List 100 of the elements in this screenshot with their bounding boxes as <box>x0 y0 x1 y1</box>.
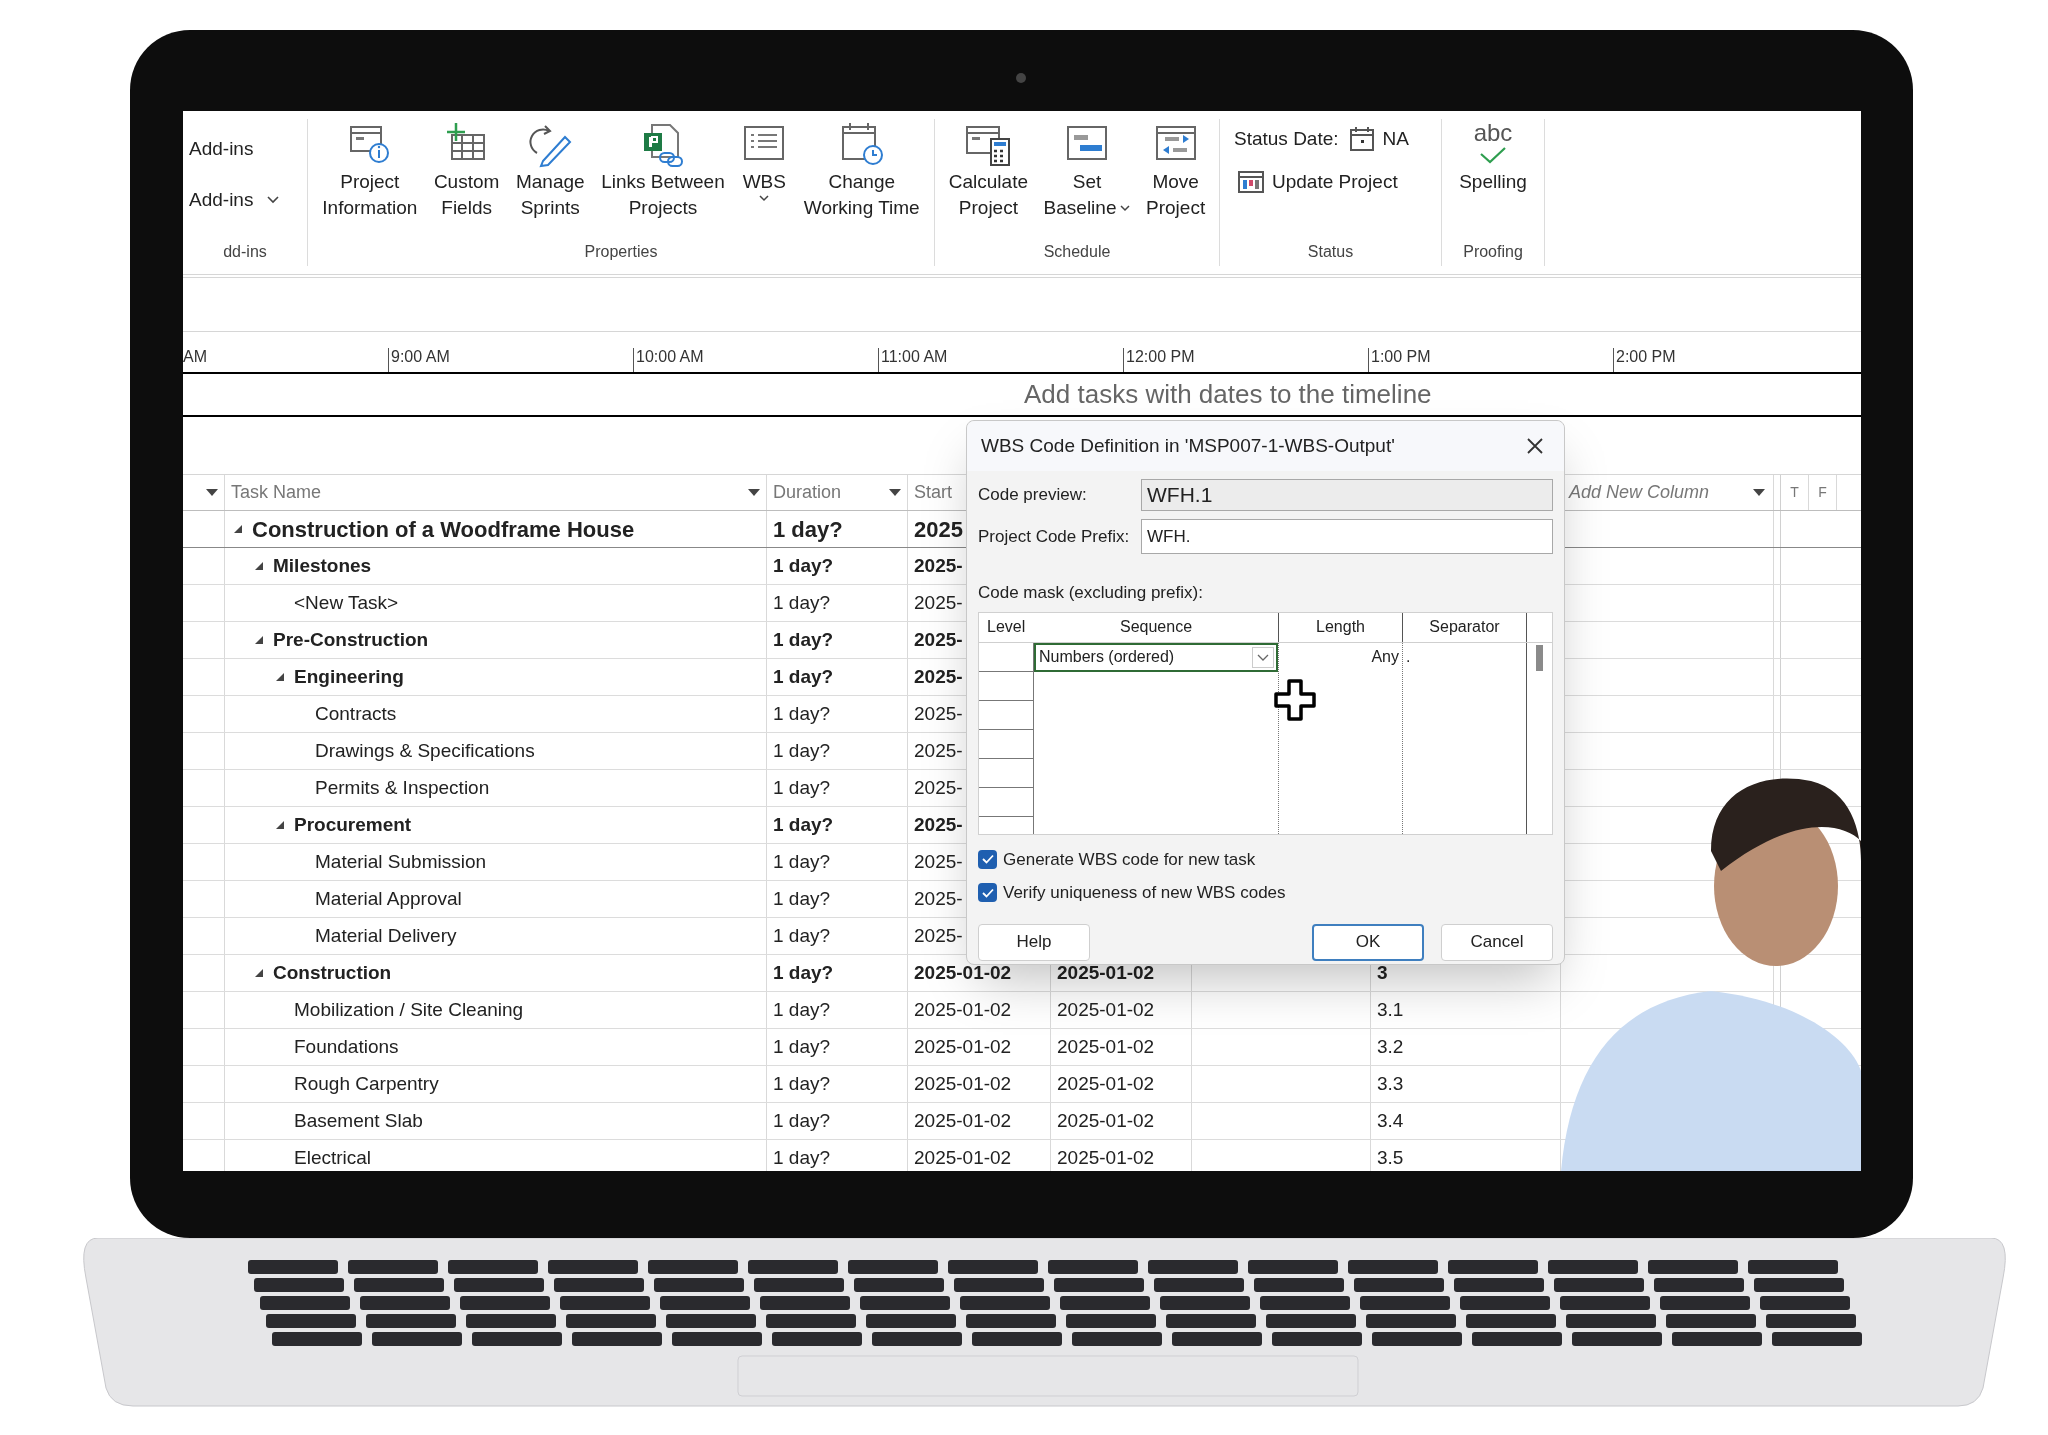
dialog-button[interactable]: Help <box>978 923 1090 961</box>
task-name: Material Submission <box>315 849 487 874</box>
table-cell-text: 1 day? <box>773 738 831 763</box>
table-cell-text: 1 day? <box>773 553 834 578</box>
dropdown-arrow-icon <box>206 489 218 496</box>
task-name: Engineering <box>294 664 404 689</box>
dialog-button[interactable]: Cancel <box>1441 923 1553 961</box>
ribbon-button[interactable]: Set Baseline <box>1041 119 1133 240</box>
table-cell-text: 1 day? <box>773 515 843 544</box>
day-label: T <box>1790 483 1799 502</box>
input-field[interactable]: WFH. <box>1141 519 1553 554</box>
status-date-label: Status Date: <box>1234 127 1339 151</box>
sequence-dropdown[interactable]: Numbers (ordered) <box>1034 642 1278 672</box>
table-cell-text: Any <box>1371 647 1399 667</box>
checkmark-icon <box>981 887 994 898</box>
group-label: Proofing <box>1462 242 1524 262</box>
time-label: 11:00 AM <box>881 348 948 366</box>
checkbox[interactable] <box>978 849 997 869</box>
timeline-hint: Add tasks with dates to the timeline <box>1024 378 1432 411</box>
table-cell-text: 2025-01-02 <box>1057 1034 1155 1059</box>
ribbon-button[interactable]: Project Information <box>320 119 420 240</box>
level-cell <box>979 642 1034 672</box>
table-cell-text: 2025- <box>914 923 963 948</box>
table-cell-text: 2025- <box>914 886 963 911</box>
add-ins-button[interactable]: Add-ins <box>189 135 254 164</box>
table-cell-text: 1 day? <box>773 886 831 911</box>
task-name: Basement Slab <box>294 1108 423 1133</box>
table-cell-text: 2025- <box>914 664 963 689</box>
level-cell <box>979 758 1034 788</box>
table-cell-text: 2025- <box>914 775 963 800</box>
ribbon-button[interactable]: Change Working Time <box>801 119 922 240</box>
table-cell-text: 2025-01-02 <box>914 1145 1012 1170</box>
section-label: Code mask (excluding prefix): <box>978 582 1204 604</box>
group-label: Status <box>1306 242 1355 262</box>
table-cell-text: 2025-01-02 <box>1057 1108 1155 1133</box>
level-cell <box>979 671 1034 701</box>
task-name: Drawings & Specifications <box>315 738 535 763</box>
ok-button[interactable]: OK <box>1312 923 1424 961</box>
ribbon-button[interactable]: Move Project <box>1144 119 1208 240</box>
task-name: Mobilization / Site Cleaning <box>294 997 524 1022</box>
table-cell-text: 3.1 <box>1377 997 1404 1022</box>
column-header: Add New Column <box>1569 481 1710 504</box>
add-ins-button[interactable]: Add-ins <box>189 185 280 214</box>
task-name: Material Approval <box>315 886 462 911</box>
column-header: Start <box>914 481 952 504</box>
checkbox-label: Verify uniqueness of new WBS codes <box>1003 882 1286 904</box>
group-label: Schedule <box>1042 242 1112 262</box>
dropdown-arrow-icon <box>748 489 760 496</box>
time-label: 2:00 PM <box>1616 348 1676 366</box>
ribbon-button[interactable]: Custom Fields <box>431 119 502 240</box>
table-cell-text: 2025-01-02 <box>914 1071 1012 1096</box>
level-cell <box>979 729 1034 759</box>
table-cell-text: 2025- <box>914 553 963 578</box>
table-cell-text: 1 day? <box>773 627 834 652</box>
task-name: Foundations <box>294 1034 399 1059</box>
table-cell-text: 2025-01-02 <box>1057 1145 1155 1170</box>
column-header: Separator <box>1429 617 1500 637</box>
scrollbar-thumb[interactable] <box>1536 644 1543 671</box>
close-icon <box>1526 437 1544 455</box>
column-header: Length <box>1316 617 1365 637</box>
table-cell-text: 1 day? <box>773 849 831 874</box>
ribbon-button[interactable]: Manage Sprints <box>513 119 587 240</box>
time-label: 9:00 AM <box>391 348 450 366</box>
table-cell-text: 3.5 <box>1377 1145 1404 1170</box>
table-cell-text: 2025-01-02 <box>914 960 1012 985</box>
task-name: Procurement <box>294 812 412 837</box>
table-cell-text: 3.2 <box>1377 1034 1404 1059</box>
dropdown-arrow-icon <box>889 489 901 496</box>
table-cell-text: 1 day? <box>773 812 834 837</box>
table-cell-text: 1 day? <box>773 664 834 689</box>
dropdown-arrow-icon <box>1753 489 1765 496</box>
task-name: Milestones <box>273 553 372 578</box>
checkbox[interactable] <box>978 883 997 903</box>
ribbon-button[interactable]: Links Between Projects <box>599 119 727 240</box>
table-cell-text: 2025-01-02 <box>1057 997 1155 1022</box>
column-header: Sequence <box>1119 617 1193 637</box>
update-project-button[interactable]: Update Project <box>1238 167 1398 196</box>
group-label: Properties <box>583 242 659 262</box>
ribbon-button[interactable]: WBS <box>739 119 790 240</box>
task-name: Electrical <box>294 1145 372 1170</box>
ribbon-button[interactable]: abc Spelling <box>1457 119 1529 240</box>
table-cell-text: 2025- <box>914 590 963 615</box>
table-cell-text: 1 day? <box>773 590 831 615</box>
time-label: 10:00 AM <box>636 348 704 366</box>
code-preview-field[interactable]: WFH.1 <box>1141 479 1553 511</box>
task-name: <New Task> <box>294 590 399 615</box>
task-name: Contracts <box>315 701 397 726</box>
day-label: F <box>1818 483 1827 502</box>
status-date-picker[interactable]: NA <box>1348 125 1409 154</box>
table-cell-text: 1 day? <box>773 775 831 800</box>
table-cell-text: 2025 <box>914 515 963 544</box>
column-header: Duration <box>773 481 842 504</box>
table-cell-text: 1 day? <box>773 1108 831 1133</box>
group-label: dd-ins <box>222 242 268 262</box>
table-cell-text: 1 day? <box>773 1071 831 1096</box>
field-label: Code preview: <box>978 484 1088 507</box>
task-name: Permits & Inspection <box>315 775 490 800</box>
ribbon-button[interactable]: Calculate Project <box>946 119 1030 240</box>
table-cell-text: 2025-01-02 <box>1057 960 1155 985</box>
table-cell-text: 2025- <box>914 627 963 652</box>
